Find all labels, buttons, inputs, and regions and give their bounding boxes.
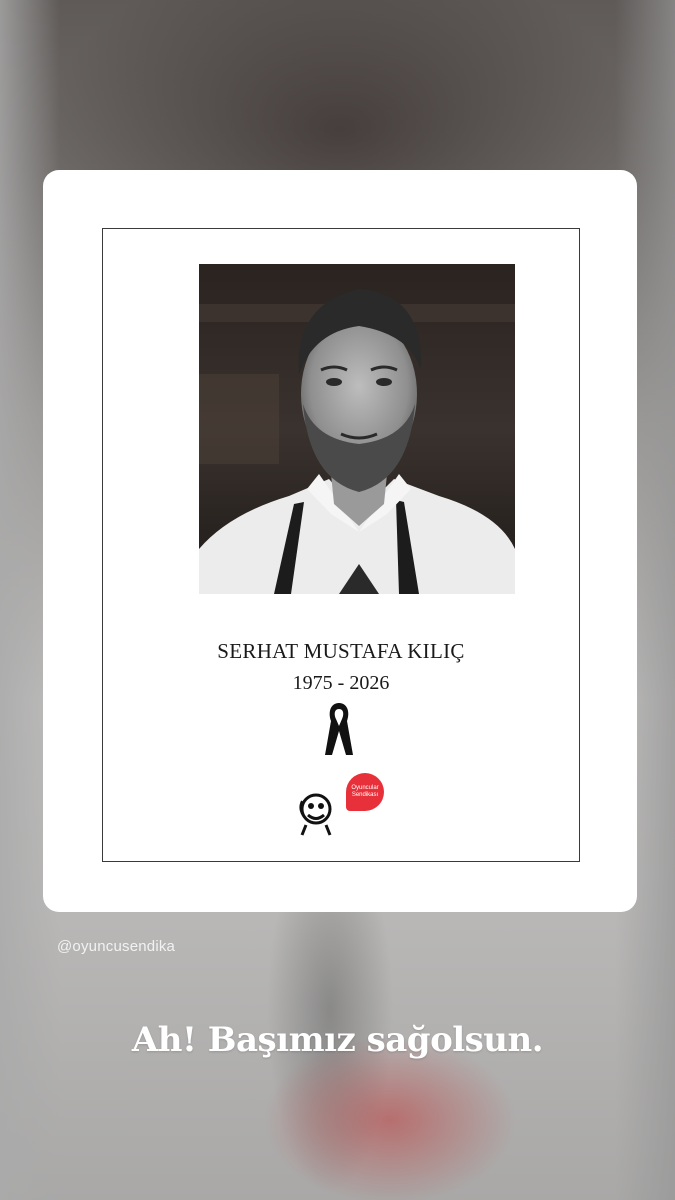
story-caption: Ah! Başımız sağolsun. (131, 1020, 544, 1060)
obituary-frame: SERHAT MUSTAFA KILIÇ 1975 - 2026 Oyuncul… (102, 228, 580, 862)
deceased-name: SERHAT MUSTAFA KILIÇ (217, 639, 465, 663)
union-logo-line2: Sendikası (351, 792, 379, 798)
portrait-photo (199, 264, 515, 594)
account-handle-sticker[interactable]: @oyuncusendika (57, 938, 175, 955)
theatre-mask-logo (299, 793, 332, 836)
union-logo-line1: Oyuncular (351, 785, 379, 791)
life-years: 1975 - 2026 (292, 672, 390, 694)
union-logo-badge: Oyuncular Sendikası (346, 773, 384, 811)
mourning-ribbon-icon (325, 703, 353, 755)
shared-post-card[interactable]: SERHAT MUSTAFA KILIÇ 1975 - 2026 Oyuncul… (43, 170, 637, 912)
